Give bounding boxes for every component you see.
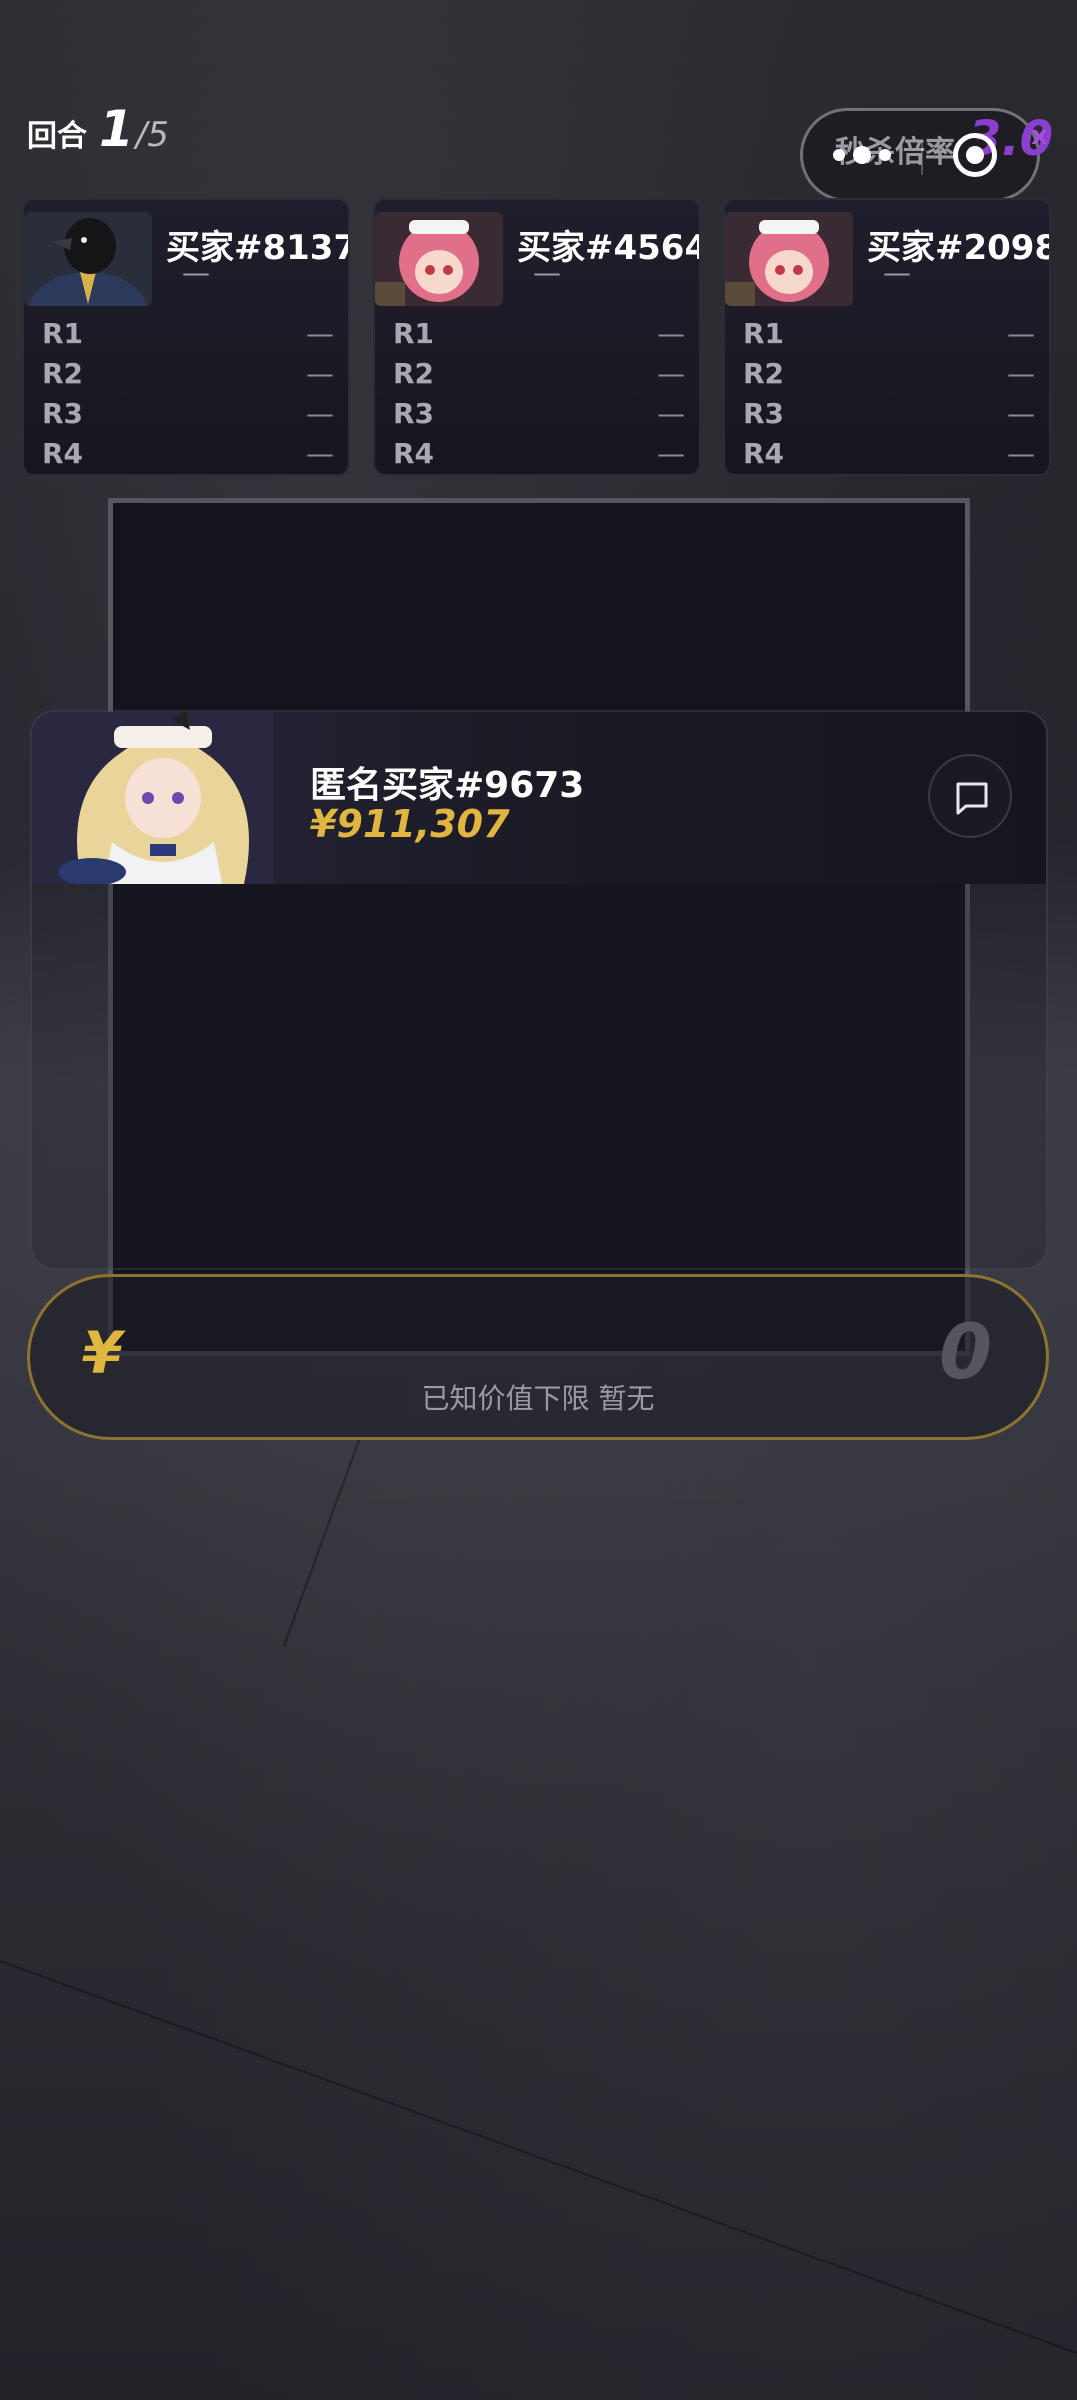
round-list: R1— R2— R3— R4—	[743, 314, 1035, 474]
round-row: R2—	[393, 357, 685, 390]
chat-button[interactable]	[928, 754, 1012, 838]
round-row: R4—	[743, 437, 1035, 470]
blonde-bunny-girl-avatar	[52, 712, 274, 884]
pink-hair-maid-avatar	[725, 212, 853, 306]
round-row: R4—	[393, 437, 685, 470]
round-list: R1— R2— R3— R4—	[393, 314, 685, 474]
round-row: R2—	[743, 357, 1035, 390]
round-row: R1—	[42, 317, 334, 350]
buyer-card[interactable]: 买家#2098 — R1— R2— R3— R4—	[723, 198, 1051, 476]
target-icon[interactable]	[953, 133, 997, 177]
round-row: R2—	[42, 357, 334, 390]
round-total: /5	[135, 115, 169, 155]
round-row: R4—	[42, 437, 334, 470]
buyer-status: —	[182, 256, 210, 289]
round-row: R1—	[393, 317, 685, 350]
buyer-status: —	[533, 256, 561, 289]
chat-icon	[956, 782, 988, 815]
value-floor-hint: 已知价值下限 暂无	[421, 1382, 655, 1415]
round-list: R1— R2— R3— R4—	[42, 314, 334, 474]
round-current: 1	[99, 100, 134, 158]
round-row: R3—	[743, 397, 1035, 430]
pink-hair-maid-avatar	[375, 212, 503, 306]
bid-input[interactable]: ¥ 0 已知价值下限 暂无	[27, 1274, 1049, 1440]
round-row: R3—	[42, 397, 334, 430]
buyer-card[interactable]: 买家#8137 — R1— R2— R3— R4—	[22, 198, 350, 476]
round-indicator: 回合 1 /5	[27, 100, 169, 158]
top-right-capsule: 秒杀倍率 3.0 x	[800, 108, 1053, 202]
more-dots-icon[interactable]	[833, 146, 891, 164]
buyer-card[interactable]: 买家#4564 — R1— R2— R3— R4—	[373, 198, 701, 476]
current-buyer-header: 匿名买家#9673 ¥911,307	[32, 712, 1046, 884]
capsule-divider	[921, 141, 923, 175]
round-row: R3—	[393, 397, 685, 430]
round-label: 回合	[27, 119, 87, 154]
current-buyer-price: ¥911,307	[310, 802, 510, 846]
penguin-avatar	[24, 212, 152, 306]
round-row: R1—	[743, 317, 1035, 350]
floor-shade	[0, 1442, 1077, 2400]
kill-rate-suffix: x	[1031, 121, 1048, 151]
buyer-status: —	[883, 256, 911, 289]
current-buyer-name: 匿名买家#9673	[310, 765, 585, 806]
current-buyer-panel: 匿名买家#9673 ¥911,307	[30, 710, 1048, 1270]
